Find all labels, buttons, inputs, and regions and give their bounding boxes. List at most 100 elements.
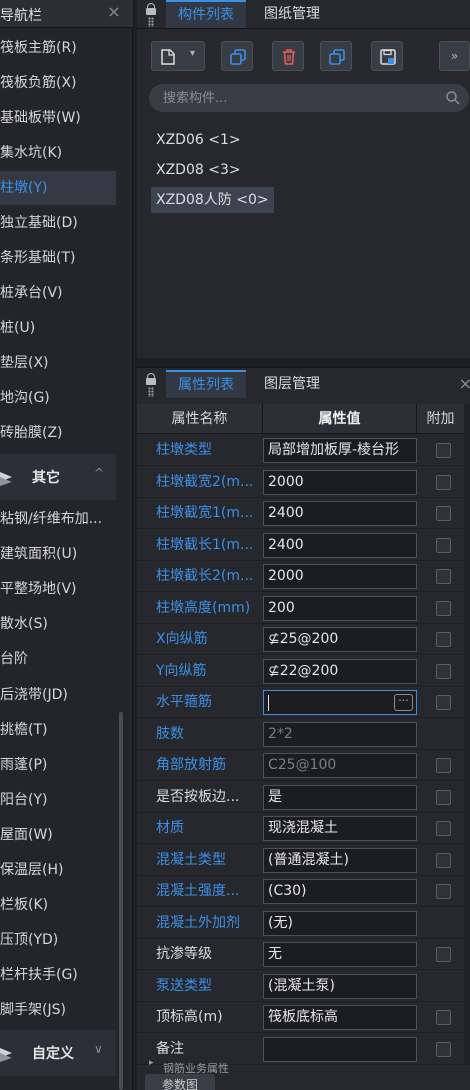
new-component-button[interactable]: ▾ [151, 41, 205, 71]
property-value-field[interactable]: 是 [263, 784, 417, 810]
nav-item[interactable]: 平整场地(V) [0, 572, 116, 606]
property-value-field[interactable]: C25@100 [263, 753, 417, 778]
panel-grip-icon[interactable] [143, 370, 159, 398]
property-value-field[interactable]: ⊈25@200 [263, 627, 417, 652]
nav-item[interactable]: 散水(S) [0, 607, 116, 641]
nav-item[interactable]: 垫层(X) [0, 346, 116, 380]
property-row: 柱墩截长1(m... 2400 [137, 530, 470, 561]
nav-item[interactable]: 地沟(G) [0, 381, 116, 415]
search-icon[interactable] [445, 90, 461, 106]
nav-item[interactable]: 栏板(K) [0, 888, 116, 922]
panel-grip-icon[interactable] [143, 0, 159, 28]
property-value-field[interactable]: 筏板底标高 [263, 1005, 417, 1030]
nav-item[interactable]: 柱墩(Y) [0, 171, 116, 205]
more-properties-row[interactable]: ▸ 钢筋业务属性 [137, 1058, 470, 1075]
nav-item[interactable]: 后浇带(JD) [0, 678, 116, 712]
property-value-field[interactable]: 2400 [263, 501, 417, 526]
property-value-field[interactable]: ⊈22@200 [263, 658, 417, 684]
property-value-field[interactable]: (普通混凝土) [263, 847, 417, 873]
column-header-name[interactable]: 属性名称 [137, 404, 263, 434]
property-value-field[interactable]: (C30) [263, 879, 417, 904]
tab-drawing-management[interactable]: 图纸管理 [252, 0, 332, 28]
tab-component-list[interactable]: 构件列表 [166, 0, 246, 28]
nav-item[interactable]: 屋面(W) [0, 818, 116, 852]
tab-layer-management[interactable]: 图层管理 [252, 370, 332, 398]
extra-checkbox[interactable] [436, 443, 451, 458]
delete-button[interactable] [272, 41, 304, 71]
nav-item[interactable]: 筏板主筋(R) [0, 31, 116, 65]
save-button[interactable] [371, 41, 403, 71]
drag-handle-icon[interactable] [148, 17, 154, 27]
extra-checkbox[interactable] [436, 758, 451, 773]
nav-item[interactable]: 基础板带(W) [0, 101, 116, 135]
drag-handle-icon[interactable] [148, 387, 154, 397]
extra-checkbox[interactable] [436, 821, 451, 836]
close-icon[interactable]: × [459, 374, 470, 393]
property-value-field[interactable]: 2000 [263, 564, 417, 589]
property-value-field[interactable]: (无) [263, 910, 417, 936]
tab-parameter-diagram[interactable]: 参数图 [145, 1074, 215, 1090]
tab-property-list[interactable]: 属性列表 [166, 370, 246, 398]
property-value-field[interactable]: 无 [263, 942, 417, 967]
dropdown-arrow-icon[interactable]: ▾ [190, 48, 195, 59]
nav-item[interactable]: 砖胎膜(Z) [0, 416, 116, 450]
property-value-field[interactable]: 2000 [263, 469, 417, 495]
nav-item[interactable]: 栏杆扶手(G) [0, 958, 116, 992]
property-value-field[interactable]: 2*2 [263, 721, 417, 747]
extra-checkbox[interactable] [436, 1010, 451, 1025]
expand-icon[interactable]: ▸ [149, 1058, 154, 1068]
nav-scrollbar[interactable] [119, 712, 123, 1090]
extra-checkbox[interactable] [436, 884, 451, 899]
property-value-field[interactable]: 局部增加板厚-棱台形 [263, 438, 417, 463]
copy-button[interactable] [221, 41, 253, 71]
extra-checkbox[interactable] [436, 600, 451, 616]
column-header-value[interactable]: 属性值 [263, 404, 417, 434]
nav-item[interactable]: 独立基础(D) [0, 206, 116, 240]
layer-copy-button[interactable] [320, 41, 352, 71]
extra-checkbox[interactable] [436, 632, 451, 647]
property-value-field[interactable]: 现浇混凝土 [263, 816, 417, 841]
chevron-icon[interactable]: ^ [94, 466, 104, 480]
chevron-icon[interactable]: ∨ [94, 1042, 103, 1056]
nav-item[interactable]: 压顶(YD) [0, 923, 116, 957]
nav-close-icon[interactable]: × [105, 2, 123, 21]
extra-checkbox[interactable] [436, 537, 451, 553]
extra-checkbox[interactable] [436, 663, 451, 679]
nav-item[interactable]: 保温层(H) [0, 853, 116, 887]
extra-checkbox[interactable] [436, 947, 451, 962]
nav-item[interactable]: 雨蓬(P) [0, 748, 116, 782]
component-item-xzd08-civil-defense[interactable]: XZD08人防 <0> [151, 187, 274, 213]
extra-checkbox[interactable] [436, 1041, 451, 1057]
property-value-field[interactable]: (混凝土泵) [263, 973, 417, 999]
component-item-xzd06[interactable]: XZD06 <1> [151, 127, 246, 153]
nav-group-custom[interactable]: 自定义 ∨ [0, 1030, 116, 1076]
nav-item[interactable]: 粘钢/纤维布加... [0, 502, 116, 536]
toolbar-overflow-button[interactable]: » [439, 41, 470, 71]
ellipsis-button[interactable]: ··· [394, 694, 413, 711]
extra-checkbox[interactable] [436, 852, 451, 868]
component-search-input[interactable] [149, 84, 469, 112]
nav-item[interactable]: 桩(U) [0, 311, 116, 345]
nav-item[interactable]: 脚手架(JS) [0, 993, 116, 1027]
extra-checkbox[interactable] [436, 506, 451, 521]
nav-item[interactable]: 桩承台(V) [0, 276, 116, 310]
extra-checkbox[interactable] [436, 789, 451, 805]
nav-item[interactable]: 集水坑(K) [0, 136, 116, 170]
extra-checkbox[interactable] [436, 695, 451, 710]
property-value-field[interactable] [263, 1036, 417, 1062]
nav-item[interactable]: 条形基础(T) [0, 241, 116, 275]
component-item-xzd08[interactable]: XZD08 <3> [151, 157, 246, 183]
property-name: 柱墩截长1(m... [156, 536, 254, 553]
column-header-extra[interactable]: 附加 [417, 404, 464, 434]
nav-item[interactable]: 筏板负筋(X) [0, 66, 116, 100]
extra-checkbox[interactable] [436, 569, 451, 584]
nav-item[interactable]: 阳台(Y) [0, 783, 116, 817]
nav-item[interactable]: 台阶 [0, 642, 116, 676]
nav-item[interactable]: 建筑面积(U) [0, 537, 116, 571]
nav-item[interactable]: 挑檐(T) [0, 713, 116, 747]
property-value-field[interactable]: 2400 [263, 532, 417, 558]
nav-group-other[interactable]: 其它 ^ [0, 454, 116, 500]
extra-checkbox[interactable] [436, 474, 451, 490]
component-list-panel: 构件列表 图纸管理 ▾ » XZD06 <1> XZD08 <3> XZD08人… [137, 0, 470, 358]
property-value-field[interactable]: 200 [263, 595, 417, 621]
